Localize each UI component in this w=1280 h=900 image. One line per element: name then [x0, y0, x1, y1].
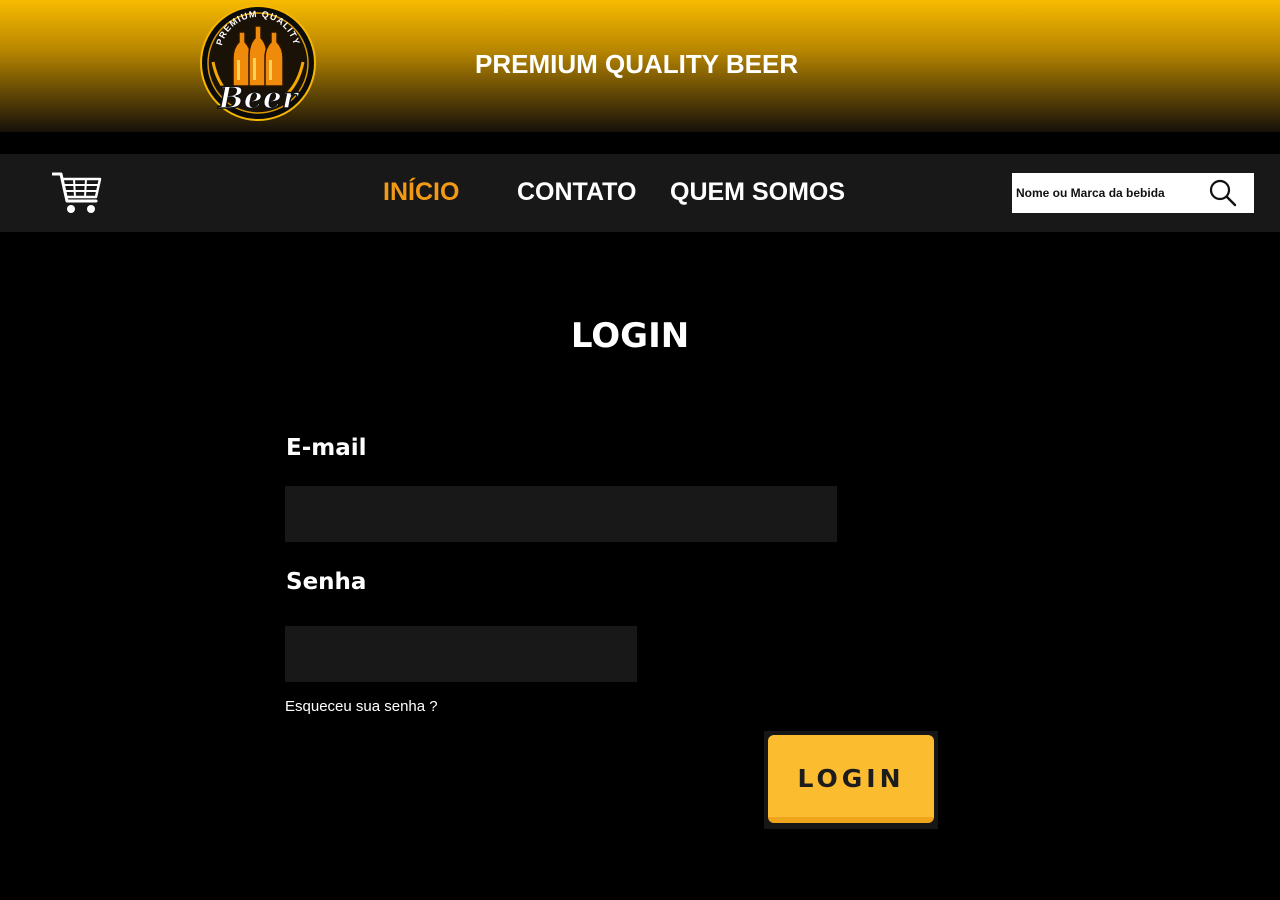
- brand-logo[interactable]: PREMIUM QUALITY Beer: [199, 2, 317, 124]
- beer-logo-icon: PREMIUM QUALITY Beer: [200, 5, 316, 121]
- email-field[interactable]: [285, 486, 837, 542]
- search-input[interactable]: [1012, 173, 1207, 213]
- site-header: PREMIUM QUALITY Beer PREMIUM QUALITY BEE…: [0, 0, 1280, 132]
- main-navbar: INÍCIO CONTATO QUEM SOMOS: [0, 154, 1280, 232]
- password-field[interactable]: [285, 626, 637, 682]
- login-button[interactable]: LOGIN: [768, 735, 934, 823]
- search-box: [1012, 173, 1254, 213]
- password-label: Senha: [286, 569, 367, 595]
- forgot-password-link[interactable]: Esqueceu sua senha ?: [285, 698, 438, 715]
- nav-link-quem-somos[interactable]: QUEM SOMOS: [670, 178, 845, 207]
- svg-text:Beer: Beer: [217, 81, 300, 116]
- login-button-frame: LOGIN: [764, 731, 938, 829]
- search-icon[interactable]: [1208, 178, 1238, 208]
- nav-link-contato[interactable]: CONTATO: [517, 178, 636, 207]
- nav-link-inicio[interactable]: INÍCIO: [383, 178, 459, 207]
- page-title: LOGIN: [570, 316, 690, 356]
- shopping-cart-icon[interactable]: [51, 171, 102, 215]
- email-label: E-mail: [286, 435, 367, 461]
- site-title: PREMIUM QUALITY BEER: [475, 49, 799, 79]
